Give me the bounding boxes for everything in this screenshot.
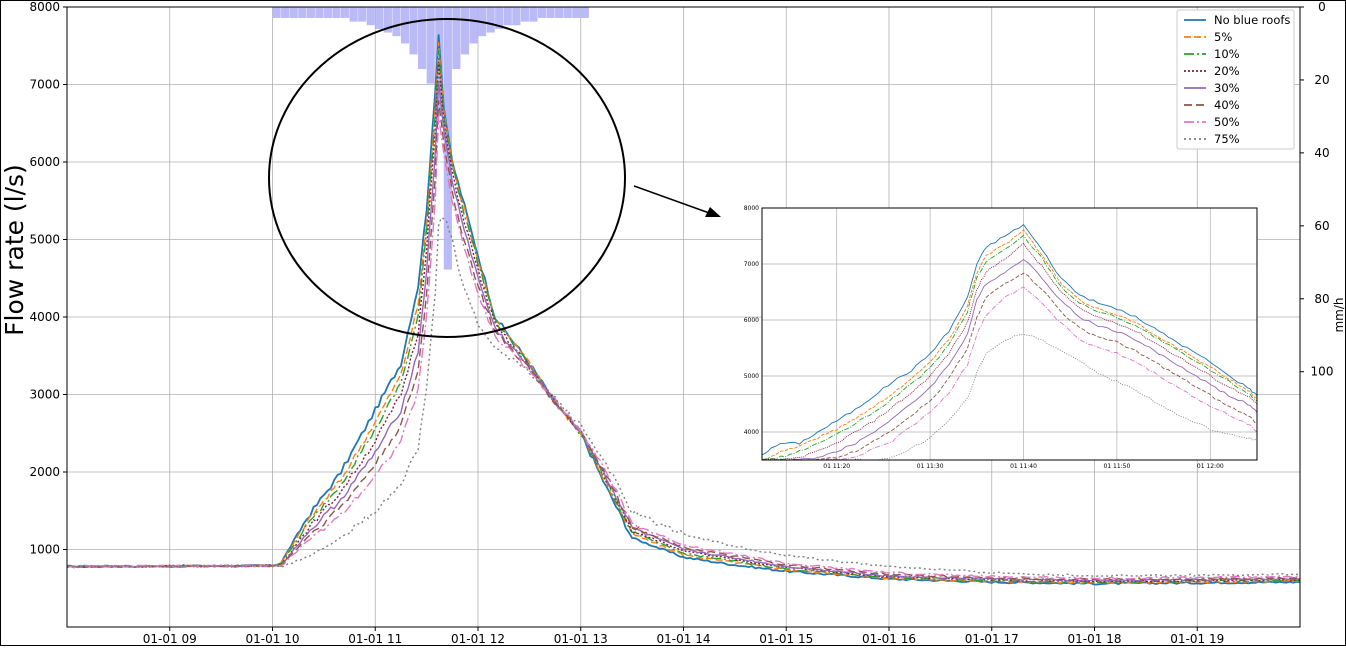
legend-label: 5% (1214, 30, 1232, 44)
y-axis-label: Flow rate (l/s) (0, 164, 29, 336)
x-tick-label: 01-01 18 (1068, 632, 1122, 646)
rain-bar (400, 7, 410, 44)
rain-bar (315, 7, 324, 18)
x-tick-label: 01-01 17 (965, 632, 1019, 646)
rain-bar (392, 7, 401, 37)
legend-label: 50% (1214, 115, 1240, 129)
y-tick-label: 2000 (29, 465, 60, 479)
rain-bar (503, 7, 512, 26)
x-tick-label: 01-01 14 (657, 632, 711, 646)
x-tick-label: 01-01 13 (554, 632, 608, 646)
y2-tick-label: 60 (1314, 219, 1329, 233)
inset-x-tick-label: 01 11:40 (1010, 463, 1037, 470)
inset-y-tick-label: 7000 (744, 261, 759, 268)
y-tick-label: 5000 (29, 233, 60, 247)
inset-x-tick-label: 01 11:20 (823, 463, 850, 470)
inset-y-tick-label: 6000 (744, 317, 759, 324)
y2-tick-label: 0 (1318, 0, 1326, 14)
x-tick-label: 01-01 15 (759, 632, 813, 646)
inset-x-tick-label: 01 12:00 (1197, 463, 1224, 470)
inset-y-tick-label: 5000 (744, 373, 759, 380)
rain-bar (409, 7, 418, 55)
inset-y-tick-label: 4000 (744, 429, 759, 436)
figure: 1000 2000 3000 4000 5000 6000 7000 8000 0 20 40 60… (0, 0, 1346, 646)
rain-bar (281, 7, 290, 18)
rain-bar (375, 7, 384, 29)
x-tick-label: 01-01 10 (246, 632, 300, 646)
rain-bar (537, 7, 547, 18)
rain-bar (486, 7, 495, 33)
x-tick-label: 01-01 11 (348, 632, 402, 646)
rain-bar (452, 7, 461, 69)
rain-bar (341, 7, 350, 18)
rain-bar (323, 7, 333, 18)
rain-bar (512, 7, 521, 26)
rain-bar (366, 7, 375, 26)
legend-label: 20% (1214, 64, 1240, 78)
legend-label: 30% (1214, 81, 1240, 95)
x-tick-label: 01-01 12 (451, 632, 505, 646)
rain-bar (306, 7, 315, 18)
y2-tick-label: 80 (1314, 292, 1329, 306)
legend-label: 40% (1214, 98, 1240, 112)
rain-bar (332, 7, 341, 18)
inset-x-tick-label: 01 11:50 (1103, 463, 1130, 470)
y-tick-label: 1000 (29, 543, 60, 557)
rain-bar (460, 7, 470, 55)
y-tick-label: 4000 (29, 310, 60, 324)
legend-label: 75% (1214, 132, 1240, 146)
rain-bar (563, 7, 572, 18)
rain-bar (298, 7, 307, 18)
rain-bar (546, 7, 555, 18)
legend-label: No blue roofs (1214, 13, 1290, 27)
rain-bar (349, 7, 358, 22)
y2-tick-label: 40 (1314, 146, 1329, 160)
rain-bar (572, 7, 581, 18)
legend: No blue roofs 5% 10% 20% 30% 40% 50% 75% (1176, 9, 1295, 150)
y-tick-label: 6000 (29, 155, 60, 169)
y2-axis-label: mm/h (1332, 297, 1346, 332)
rain-bar (469, 7, 478, 44)
inset-x-tick-label: 01 11:30 (917, 463, 944, 470)
inset-y-tick-label: 8000 (744, 205, 759, 212)
legend-label: 10% (1214, 47, 1240, 61)
rain-bar (289, 7, 298, 18)
y-tick-label: 3000 (29, 388, 60, 402)
rain-bar (529, 7, 538, 22)
y2-tick-label: 100 (1311, 365, 1334, 379)
y-tick-label: 7000 (29, 78, 60, 92)
rain-bar (358, 7, 367, 22)
y-tick-label: 8000 (29, 0, 60, 14)
x-tick-label: 01-01 09 (143, 632, 197, 646)
x-tick-label: 01-01 16 (862, 632, 916, 646)
rain-bar (418, 7, 427, 69)
rain-bar (520, 7, 529, 22)
y2-tick-label: 20 (1314, 73, 1329, 87)
flow-rate-chart: 1000 2000 3000 4000 5000 6000 7000 8000 0 20 40 60… (0, 0, 1346, 646)
rain-bar (272, 7, 281, 18)
rain-bar (555, 7, 564, 18)
x-tick-label: 01-01 19 (1170, 632, 1224, 646)
inset-background (762, 208, 1257, 460)
rain-bar (580, 7, 589, 18)
